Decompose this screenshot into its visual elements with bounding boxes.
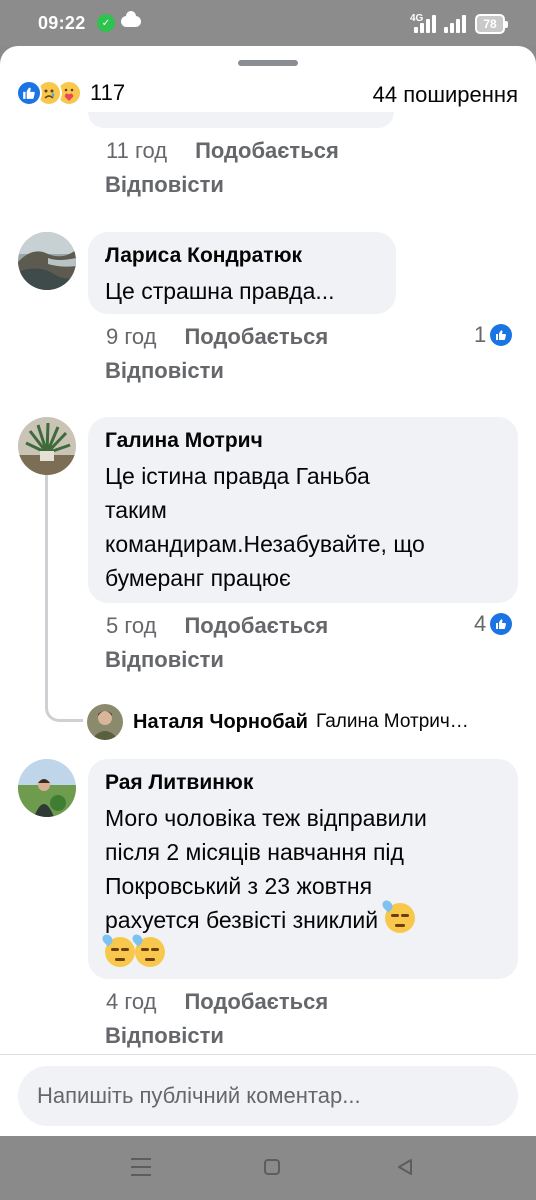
home-icon[interactable] xyxy=(264,1159,280,1175)
like-button[interactable]: Подобається xyxy=(195,138,339,163)
comment-actions: 4 год Подобається xyxy=(106,989,328,1015)
back-icon[interactable] xyxy=(396,1158,414,1181)
like-icon xyxy=(490,324,513,346)
comment-text: Мого чоловіка теж відправили після 2 міс… xyxy=(100,801,500,971)
avatar[interactable] xyxy=(18,417,76,475)
comment-actions: 11 год Подобається xyxy=(106,138,339,164)
reply-button[interactable]: Відповісти xyxy=(105,1023,224,1049)
reply-button[interactable]: Відповісти xyxy=(105,358,224,384)
shield-icon: ✓ xyxy=(97,14,115,32)
comment-text: Це істина правда Ганьба таким командирам… xyxy=(105,459,500,595)
recents-icon[interactable] xyxy=(131,1158,151,1182)
downcast-sweat-emoji xyxy=(100,932,135,967)
like-icon xyxy=(16,80,42,106)
comment-bubble[interactable]: Галина Мотрич Це істина правда Ганьба та… xyxy=(88,417,518,603)
comment-text-line: після 2 місяців навчання під xyxy=(105,839,404,865)
downcast-sweat-emoji xyxy=(130,932,165,967)
battery-icon: 78 xyxy=(475,14,508,34)
reply-author[interactable]: Наталя Чорнобай xyxy=(133,711,308,734)
comment-bubble[interactable]: Рая Литвинюк Мого чоловіка теж відправил… xyxy=(88,759,518,979)
previous-comment-bubble xyxy=(88,112,394,128)
reply-button[interactable]: Відповісти xyxy=(105,647,224,673)
avatar[interactable] xyxy=(18,232,76,290)
comment-text-line: рахуется безвісті зниклий xyxy=(105,898,500,937)
like-count-value: 4 xyxy=(474,611,487,636)
comment-time[interactable]: 11 год xyxy=(106,138,167,163)
thread-line xyxy=(45,472,83,722)
comment-like-count[interactable]: 4 xyxy=(474,611,513,637)
status-bar: 09:22 ✓ 4G 78 xyxy=(0,0,536,46)
comments-sheet: 117 44 поширення 11 год Подобається Відпо… xyxy=(0,46,536,1136)
like-icon xyxy=(490,613,513,635)
comment-text-line: Покровський з 23 жовтня xyxy=(105,873,373,899)
comment-like-count[interactable]: 1 xyxy=(474,322,513,348)
reply-text: Галина Мотрич… xyxy=(315,711,469,732)
comment-text-line xyxy=(100,932,500,971)
comment-input[interactable]: Напишіть публічний коментар... xyxy=(18,1066,518,1126)
comment-time[interactable]: 4 год xyxy=(106,989,156,1014)
like-button[interactable]: Подобається xyxy=(184,989,328,1014)
comment-text-line: Мого чоловіка теж відправили xyxy=(105,805,427,831)
comment-time[interactable]: 5 год xyxy=(106,613,156,638)
avatar[interactable] xyxy=(87,704,123,740)
shares-count[interactable]: 44 поширення xyxy=(373,82,518,108)
comment-text-line: Це істина правда Ганьба xyxy=(105,463,370,489)
comment-actions: 9 год Подобається xyxy=(106,324,328,350)
comment-text: Це страшна правда... xyxy=(105,278,335,304)
like-count-value: 1 xyxy=(474,322,487,347)
comment-text-line: бумеранг працює xyxy=(105,565,291,591)
signal-icon xyxy=(444,15,468,33)
comment-text-line: таким xyxy=(105,497,167,523)
avatar[interactable] xyxy=(18,759,76,817)
comment-author[interactable]: Галина Мотрич xyxy=(105,429,500,453)
like-button[interactable]: Подобається xyxy=(184,324,328,349)
comment-text-segment: рахуется безвісті зниклий xyxy=(105,907,379,933)
status-time: 09:22 xyxy=(38,13,86,33)
drag-handle[interactable] xyxy=(238,60,298,66)
cloud-icon xyxy=(121,11,141,27)
comment-author[interactable]: Лариса Кондратюк xyxy=(105,244,378,268)
reply-preview[interactable]: Наталя Чорнобай Галина Мотрич… xyxy=(87,704,488,740)
comment-author[interactable]: Рая Литвинюк xyxy=(105,771,500,795)
comment-text-line: командирам.Незабувайте, що xyxy=(105,531,425,557)
downcast-sweat-emoji xyxy=(379,898,415,933)
like-button[interactable]: Подобається xyxy=(184,613,328,638)
comment-actions: 5 год Подобається xyxy=(106,613,328,639)
system-nav-bar xyxy=(0,1136,536,1200)
comment-bubble[interactable]: Лариса Кондратюк Це страшна правда... xyxy=(88,232,396,314)
reactions-summary[interactable]: 117 xyxy=(16,80,125,106)
comment-time[interactable]: 9 год xyxy=(106,324,156,349)
signal-icon xyxy=(414,15,438,33)
comment-composer: Напишіть публічний коментар... xyxy=(0,1054,536,1136)
reply-button[interactable]: Відповісти xyxy=(105,172,224,198)
reaction-count: 117 xyxy=(90,80,126,105)
